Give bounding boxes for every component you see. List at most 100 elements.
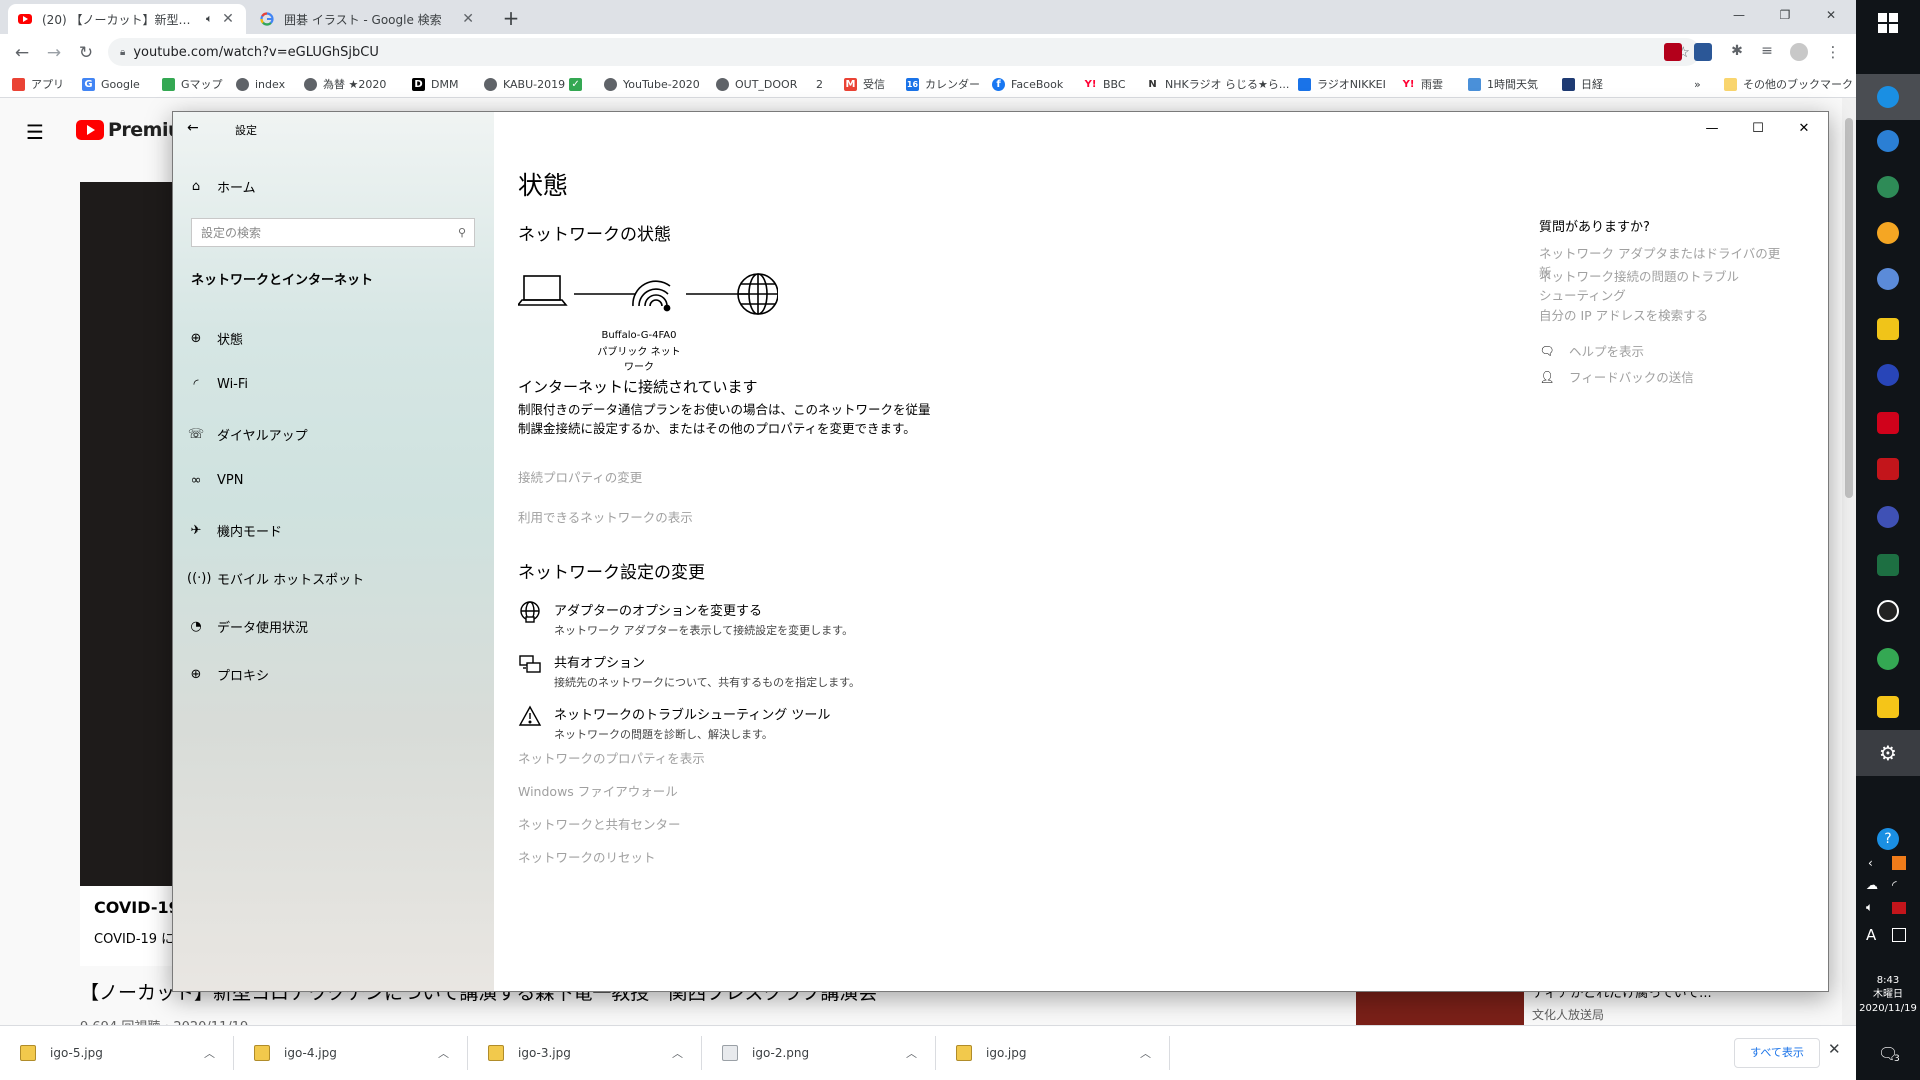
restore-icon[interactable]: ❐ bbox=[1762, 2, 1808, 28]
bookmark-outdoor[interactable]: OUT_DOOR bbox=[716, 75, 797, 93]
settings-search-input[interactable]: 設定の検索 ⚲ bbox=[191, 218, 475, 247]
view-network-properties-link[interactable]: ネットワークのプロパティを表示 bbox=[518, 748, 705, 767]
network-reset-link[interactable]: ネットワークのリセット bbox=[518, 847, 656, 866]
tab-close-icon[interactable]: ✕ bbox=[220, 11, 236, 27]
globe-app-icon[interactable] bbox=[1877, 130, 1899, 152]
sidebar-item-proxy[interactable]: ⊕ プロキシ bbox=[187, 665, 269, 684]
volume-icon[interactable]: 🔈︎ bbox=[1866, 900, 1873, 915]
bookmark-index[interactable]: index bbox=[236, 75, 285, 93]
bookmark-dmm[interactable]: D DMM bbox=[412, 75, 458, 93]
bookmark-calendar[interactable]: 16 カレンダー bbox=[906, 75, 980, 93]
clock-date[interactable]: 2020/11/19 bbox=[1856, 1002, 1920, 1016]
aside-link-troubleshoot[interactable]: ネットワーク接続の問題のトラブルシューティング bbox=[1539, 267, 1751, 305]
back-arrow-icon[interactable]: ← bbox=[187, 120, 199, 136]
download-item[interactable]: igo.jpg ︿ bbox=[936, 1036, 1170, 1070]
tray-app-icon[interactable] bbox=[1892, 902, 1906, 914]
bookmark-gmail[interactable]: M 受信 bbox=[844, 75, 885, 93]
translate-extension-icon[interactable] bbox=[1694, 43, 1712, 61]
reading-list-icon[interactable]: ≡ bbox=[1758, 43, 1776, 61]
troubleshooter-item[interactable]: ネットワークのトラブルシューティング ツール ネットワークの問題を診断し、解決し… bbox=[518, 704, 830, 742]
url-text[interactable]: youtube.com/watch?v=eGLUGhSjbCU bbox=[133, 45, 379, 60]
hamburger-menu-icon[interactable]: ☰ bbox=[26, 120, 44, 144]
tray-chevron-icon[interactable]: ‹ bbox=[1868, 856, 1873, 870]
network-wifi-icon[interactable]: ◜ bbox=[1892, 878, 1897, 892]
help-icon[interactable]: ? bbox=[1877, 828, 1899, 850]
speaker-icon[interactable]: 🔈︎ bbox=[206, 12, 213, 26]
acrobat-icon[interactable] bbox=[1877, 458, 1899, 480]
change-connection-properties-link[interactable]: 接続プロパティの変更 bbox=[518, 467, 642, 486]
excel-icon[interactable] bbox=[1877, 554, 1899, 576]
browser-app-icon[interactable] bbox=[1877, 364, 1899, 386]
new-tab-button[interactable]: + bbox=[498, 6, 524, 30]
chevron-up-icon[interactable]: ︿ bbox=[672, 1045, 683, 1061]
sidebar-item-airplane[interactable]: ✈ 機内モード bbox=[187, 521, 282, 540]
other-bookmarks-folder[interactable]: その他のブックマーク bbox=[1724, 75, 1853, 93]
bookmark-kawase[interactable]: 為替 ★2020 bbox=[304, 75, 386, 93]
close-downloads-icon[interactable]: ✕ bbox=[1828, 1040, 1841, 1058]
adapter-options-item[interactable]: アダプターのオプションを変更する ネットワーク アダプターを表示して接続設定を変… bbox=[518, 600, 853, 638]
clock-time[interactable]: 8:43 bbox=[1856, 974, 1920, 988]
menu-dots-icon[interactable]: ⋮ bbox=[1824, 43, 1842, 61]
p-app-icon[interactable] bbox=[1877, 696, 1899, 718]
address-bar[interactable]: 🔒︎ youtube.com/watch?v=eGLUGhSjbCU ☆ bbox=[108, 38, 1700, 66]
aside-link-find-ip[interactable]: 自分の IP アドレスを検索する bbox=[1539, 306, 1789, 325]
profile-avatar-icon[interactable] bbox=[1790, 43, 1808, 61]
bookmark-nikkei[interactable]: 日経 bbox=[1562, 75, 1603, 93]
tray-app-icon[interactable] bbox=[1892, 856, 1906, 870]
close-window-icon[interactable]: ✕ bbox=[1808, 2, 1854, 28]
bookmarks-more-button[interactable]: » bbox=[1694, 75, 1701, 93]
give-feedback-link[interactable]: 👤︎ フィードバックの送信 bbox=[1539, 367, 1693, 386]
extensions-puzzle-icon[interactable]: ✱ bbox=[1728, 43, 1746, 61]
reload-icon[interactable]: ↻ bbox=[74, 41, 98, 65]
sidebar-item-status[interactable]: ⊕ 状態 bbox=[187, 329, 243, 348]
bookmark-amagumo[interactable]: Y! 雨雲 bbox=[1402, 75, 1443, 93]
bookmark-kabu[interactable]: KABU-2019 ✓ bbox=[484, 75, 588, 93]
sidebar-item-hotspot[interactable]: ((·)) モバイル ホットスポット bbox=[187, 569, 364, 588]
bookmark-gmap[interactable]: Gマップ bbox=[162, 75, 223, 93]
chart-app-icon[interactable] bbox=[1877, 412, 1899, 434]
show-available-networks-link[interactable]: 利用できるネットワークの表示 bbox=[518, 507, 693, 526]
chevron-up-icon[interactable]: ︿ bbox=[438, 1045, 449, 1061]
tab-google-search[interactable]: 囲碁 イラスト - Google 検索 ✕ bbox=[250, 4, 486, 34]
globe-app-icon[interactable] bbox=[1877, 176, 1899, 198]
bookmark-weather[interactable]: 1時間天気 bbox=[1468, 75, 1538, 93]
page-scrollbar[interactable] bbox=[1842, 98, 1856, 1025]
media-app-icon[interactable] bbox=[1877, 506, 1899, 528]
bookmark-google[interactable]: G Google bbox=[82, 75, 140, 93]
download-item[interactable]: igo-5.jpg ︿ bbox=[0, 1036, 234, 1070]
onedrive-cloud-icon[interactable]: ☁ bbox=[1866, 878, 1878, 892]
get-help-link[interactable]: 🗨︎ ヘルプを表示 bbox=[1539, 341, 1644, 360]
related-video-thumbnail[interactable] bbox=[1356, 988, 1524, 1025]
bookmark-apps[interactable]: アプリ bbox=[12, 75, 64, 93]
bookmark-nhk-radio[interactable]: N NHKラジオ らじる★ら... bbox=[1146, 75, 1289, 93]
bookmark-youtube-2020[interactable]: YouTube-2020 bbox=[604, 75, 700, 93]
chevron-up-icon[interactable]: ︿ bbox=[906, 1045, 917, 1061]
stock-app-icon[interactable] bbox=[1877, 600, 1899, 622]
sidebar-item-home[interactable]: ⌂ ホーム bbox=[187, 177, 256, 196]
tab-close-icon[interactable]: ✕ bbox=[460, 11, 476, 27]
sidebar-item-vpn[interactable]: ∞ VPN bbox=[187, 473, 244, 488]
minimize-icon[interactable]: — bbox=[1716, 2, 1762, 28]
download-item[interactable]: igo-2.png ︿ bbox=[702, 1036, 936, 1070]
clock-weekday[interactable]: 木曜日 bbox=[1856, 988, 1920, 1002]
ime-icon[interactable] bbox=[1892, 928, 1906, 942]
sidebar-item-data-usage[interactable]: ◔ データ使用状況 bbox=[187, 617, 308, 636]
tab-youtube[interactable]: (20) 【ノーカット】新型コロナワクチ 🔈︎ ✕ bbox=[8, 4, 246, 34]
chrome-icon[interactable] bbox=[1877, 648, 1899, 670]
download-item[interactable]: igo-3.jpg ︿ bbox=[468, 1036, 702, 1070]
settings-gear-icon[interactable]: ⚙ bbox=[1877, 742, 1899, 764]
bookmark-facebook[interactable]: f FaceBook bbox=[992, 75, 1063, 93]
pdf-extension-icon[interactable] bbox=[1664, 43, 1682, 61]
video-player[interactable] bbox=[80, 182, 180, 886]
chevron-up-icon[interactable]: ︿ bbox=[204, 1045, 215, 1061]
download-item[interactable]: igo-4.jpg ︿ bbox=[234, 1036, 468, 1070]
network-sharing-center-link[interactable]: ネットワークと共有センター bbox=[518, 814, 681, 833]
chevron-up-icon[interactable]: ︿ bbox=[1140, 1045, 1151, 1061]
forward-arrow-icon[interactable]: → bbox=[42, 41, 66, 65]
sharing-options-item[interactable]: 共有オプション 接続先のネットワークについて、共有するものを指定します。 bbox=[518, 652, 860, 690]
paint-app-icon[interactable] bbox=[1877, 268, 1899, 290]
bookmark-2[interactable]: 2 bbox=[816, 75, 823, 93]
internet-explorer-icon[interactable] bbox=[1877, 86, 1899, 108]
show-all-downloads-button[interactable]: すべて表示 bbox=[1734, 1038, 1820, 1068]
back-arrow-icon[interactable]: ← bbox=[10, 41, 34, 65]
